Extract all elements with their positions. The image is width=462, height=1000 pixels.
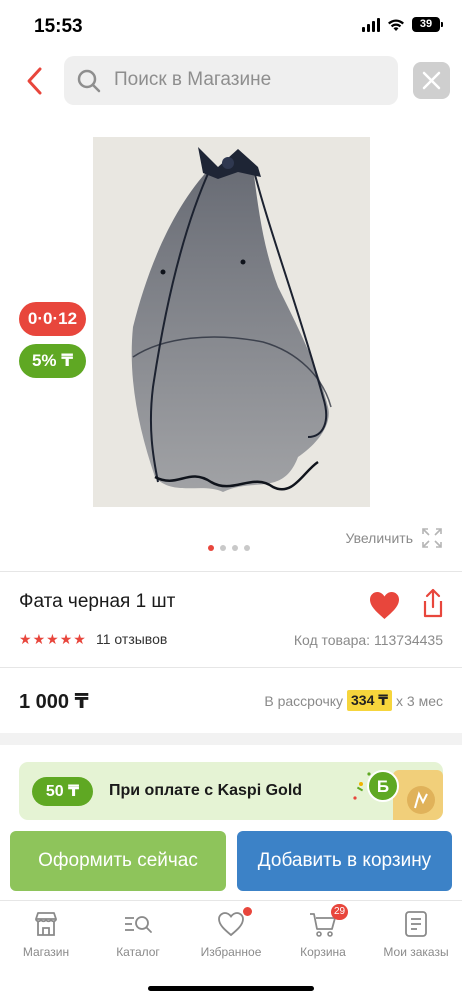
product-code: Код товара: 113734435 bbox=[294, 632, 443, 648]
nav-label: Каталог bbox=[116, 945, 160, 959]
star-icon: ★ bbox=[32, 631, 46, 647]
installment-suffix: x 3 мес bbox=[396, 692, 443, 709]
heart-icon bbox=[370, 592, 399, 619]
search-placeholder: Поиск в Магазине bbox=[114, 69, 272, 90]
expand-icon bbox=[422, 528, 442, 548]
status-time: 15:53 bbox=[34, 16, 83, 37]
installment-badge: 0·0·12 bbox=[19, 302, 86, 336]
nav-item-cart[interactable]: 29 Корзина bbox=[277, 904, 369, 959]
star-icon: ★ bbox=[46, 631, 59, 647]
orders-icon bbox=[405, 911, 427, 937]
nav-item-catalog[interactable]: Каталог bbox=[92, 909, 184, 959]
search-input[interactable]: Поиск в Магазине bbox=[64, 56, 398, 105]
nav-label: Корзина bbox=[300, 945, 346, 959]
gallery-dot[interactable] bbox=[220, 545, 226, 551]
nav-item-shop[interactable]: Магазин bbox=[0, 909, 92, 959]
product-price: 1 000 ₸ bbox=[19, 691, 89, 713]
reviews-link[interactable]: 11 отзывов bbox=[96, 631, 167, 647]
product-image[interactable] bbox=[93, 137, 370, 507]
product-code-text: Код товара: 113734435 bbox=[293, 632, 443, 648]
notification-dot bbox=[243, 907, 252, 916]
gallery-dot[interactable] bbox=[244, 545, 250, 551]
nav-item-favorites[interactable]: Избранное bbox=[185, 907, 277, 959]
add-to-cart-button[interactable]: Добавить в корзину bbox=[237, 831, 452, 891]
back-button[interactable] bbox=[22, 64, 52, 98]
promo-text: При оплате с Kaspi Gold bbox=[109, 782, 303, 799]
heart-outline-icon bbox=[218, 912, 244, 937]
gallery-pagination bbox=[208, 545, 250, 551]
store-icon bbox=[35, 912, 57, 936]
status-icons: 39 bbox=[362, 17, 443, 32]
wifi-icon bbox=[388, 19, 404, 31]
gallery-dot[interactable] bbox=[232, 545, 238, 551]
zoom-label: Увеличить bbox=[345, 530, 413, 546]
bonus-pill: 50 ₸ bbox=[32, 777, 93, 806]
svg-text:Б: Б bbox=[377, 777, 389, 796]
bottom-nav: Магазин Каталог Избранное 29 Корзина Мои… bbox=[0, 900, 462, 1000]
catalog-search-icon bbox=[125, 916, 152, 933]
nav-label: Магазин bbox=[22, 945, 70, 959]
gallery-dot[interactable] bbox=[208, 545, 214, 551]
nav-label: Избранное bbox=[200, 945, 262, 959]
product-title: Фата черная 1 шт bbox=[19, 591, 176, 612]
installment-prefix: В рассрочку bbox=[264, 692, 344, 709]
installment-amount: 334 ₸ bbox=[347, 690, 393, 711]
close-icon bbox=[422, 71, 441, 90]
star-icon: ★ bbox=[59, 631, 73, 647]
battery-icon: 39 bbox=[412, 17, 443, 32]
status-bar: 15:53 39 bbox=[0, 0, 462, 52]
rating-stars: ★ ★ ★ ★ ★ bbox=[19, 631, 86, 648]
chevron-left-icon bbox=[27, 67, 42, 95]
close-button[interactable] bbox=[413, 62, 450, 99]
divider bbox=[0, 667, 462, 668]
veil-illustration bbox=[131, 147, 332, 492]
zoom-button[interactable]: Увеличить bbox=[345, 527, 443, 549]
signal-icon bbox=[362, 17, 380, 32]
installment-info: В рассрочку 334 ₸ x 3 мес bbox=[264, 690, 443, 711]
nav-item-orders[interactable]: Мои заказы bbox=[370, 909, 462, 959]
kaspi-gold-card-icon: Б bbox=[353, 770, 443, 820]
divider bbox=[0, 571, 462, 572]
search-icon bbox=[77, 69, 101, 93]
share-button[interactable] bbox=[421, 587, 445, 624]
favorite-button[interactable] bbox=[368, 590, 401, 625]
section-divider bbox=[0, 733, 462, 745]
home-indicator bbox=[148, 986, 314, 991]
kaspi-gold-banner[interactable]: 50 ₸ При оплате с Kaspi Gold Б bbox=[19, 762, 443, 820]
bonus-badge: 5% ₸ bbox=[19, 344, 86, 378]
checkout-button[interactable]: Оформить сейчас bbox=[10, 831, 226, 891]
share-icon bbox=[423, 588, 443, 618]
star-icon: ★ bbox=[73, 631, 86, 647]
star-icon: ★ bbox=[19, 631, 32, 647]
nav-label: Мои заказы bbox=[383, 945, 449, 959]
cart-count-badge: 29 bbox=[331, 904, 348, 920]
